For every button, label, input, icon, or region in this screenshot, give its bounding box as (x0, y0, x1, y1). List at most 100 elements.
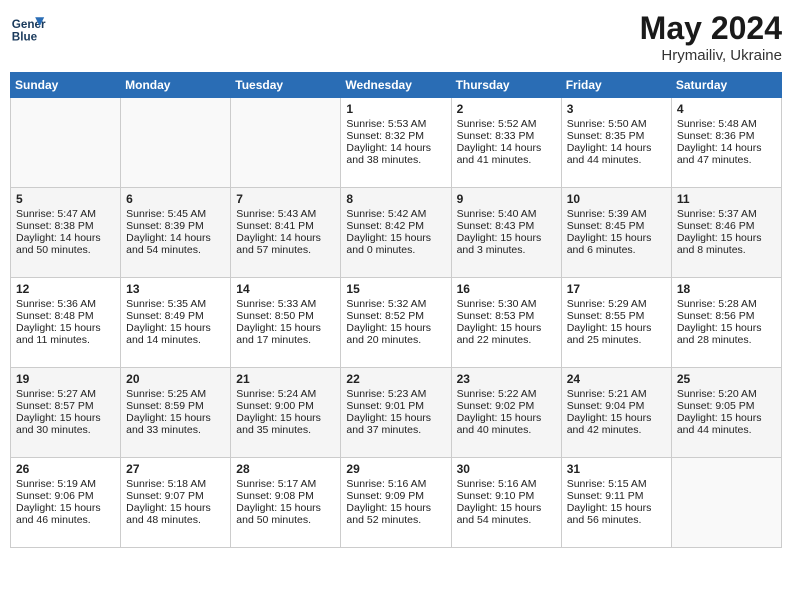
cell-content: Sunrise: 5:35 AM (126, 298, 225, 310)
cell-content: Sunrise: 5:18 AM (126, 478, 225, 490)
cell-content: Sunset: 8:43 PM (457, 220, 556, 232)
cell-3-7: 18Sunrise: 5:28 AMSunset: 8:56 PMDayligh… (671, 278, 781, 368)
cell-content: Sunset: 8:38 PM (16, 220, 115, 232)
cell-content: Sunset: 9:04 PM (567, 400, 666, 412)
cell-2-4: 8Sunrise: 5:42 AMSunset: 8:42 PMDaylight… (341, 188, 451, 278)
cell-5-7 (671, 458, 781, 548)
cell-content: and 0 minutes. (346, 244, 445, 256)
cell-content: Sunrise: 5:16 AM (346, 478, 445, 490)
week-row-1: 1Sunrise: 5:53 AMSunset: 8:32 PMDaylight… (11, 98, 782, 188)
day-number: 20 (126, 372, 225, 386)
cell-content: Sunrise: 5:20 AM (677, 388, 776, 400)
cell-content: Sunrise: 5:23 AM (346, 388, 445, 400)
cell-content: Daylight: 15 hours (457, 322, 556, 334)
cell-content: and 46 minutes. (16, 514, 115, 526)
day-number: 11 (677, 192, 776, 206)
cell-content: and 44 minutes. (677, 424, 776, 436)
cell-content: Sunset: 8:46 PM (677, 220, 776, 232)
cell-content: Sunset: 8:53 PM (457, 310, 556, 322)
cell-content: Sunrise: 5:40 AM (457, 208, 556, 220)
day-number: 28 (236, 462, 335, 476)
cell-content: and 33 minutes. (126, 424, 225, 436)
cell-content: Daylight: 15 hours (567, 502, 666, 514)
cell-content: Daylight: 15 hours (346, 232, 445, 244)
cell-content: Sunrise: 5:33 AM (236, 298, 335, 310)
cell-content: and 50 minutes. (236, 514, 335, 526)
cell-content: Sunrise: 5:36 AM (16, 298, 115, 310)
cell-content: Sunset: 9:08 PM (236, 490, 335, 502)
col-header-saturday: Saturday (671, 73, 781, 98)
cell-5-2: 27Sunrise: 5:18 AMSunset: 9:07 PMDayligh… (121, 458, 231, 548)
cell-content: Daylight: 15 hours (457, 232, 556, 244)
cell-content: Sunset: 8:33 PM (457, 130, 556, 142)
cell-4-1: 19Sunrise: 5:27 AMSunset: 8:57 PMDayligh… (11, 368, 121, 458)
month-title: May 2024 (640, 10, 782, 47)
cell-content: and 22 minutes. (457, 334, 556, 346)
cell-content: Sunset: 8:59 PM (126, 400, 225, 412)
cell-content: and 17 minutes. (236, 334, 335, 346)
cell-content: and 11 minutes. (16, 334, 115, 346)
cell-4-5: 23Sunrise: 5:22 AMSunset: 9:02 PMDayligh… (451, 368, 561, 458)
cell-content: Daylight: 15 hours (16, 412, 115, 424)
cell-content: Sunrise: 5:28 AM (677, 298, 776, 310)
day-number: 26 (16, 462, 115, 476)
cell-content: Daylight: 14 hours (346, 142, 445, 154)
cell-content: Sunrise: 5:25 AM (126, 388, 225, 400)
cell-content: Sunrise: 5:48 AM (677, 118, 776, 130)
day-number: 23 (457, 372, 556, 386)
cell-content: Sunrise: 5:47 AM (16, 208, 115, 220)
cell-content: and 35 minutes. (236, 424, 335, 436)
cell-content: Sunrise: 5:52 AM (457, 118, 556, 130)
cell-content: Sunset: 8:49 PM (126, 310, 225, 322)
calendar-table: SundayMondayTuesdayWednesdayThursdayFrid… (10, 72, 782, 548)
cell-content: Daylight: 14 hours (567, 142, 666, 154)
cell-content: Sunrise: 5:24 AM (236, 388, 335, 400)
cell-content: Daylight: 15 hours (567, 322, 666, 334)
cell-content: and 3 minutes. (457, 244, 556, 256)
cell-5-1: 26Sunrise: 5:19 AMSunset: 9:06 PMDayligh… (11, 458, 121, 548)
cell-4-4: 22Sunrise: 5:23 AMSunset: 9:01 PMDayligh… (341, 368, 451, 458)
cell-content: and 38 minutes. (346, 154, 445, 166)
day-number: 12 (16, 282, 115, 296)
cell-content: Sunset: 8:45 PM (567, 220, 666, 232)
week-row-4: 19Sunrise: 5:27 AMSunset: 8:57 PMDayligh… (11, 368, 782, 458)
cell-content: Sunset: 9:07 PM (126, 490, 225, 502)
logo: General Blue (10, 10, 46, 46)
header-row: SundayMondayTuesdayWednesdayThursdayFrid… (11, 73, 782, 98)
day-number: 9 (457, 192, 556, 206)
cell-content: Daylight: 15 hours (457, 412, 556, 424)
cell-content: and 25 minutes. (567, 334, 666, 346)
col-header-sunday: Sunday (11, 73, 121, 98)
day-number: 22 (346, 372, 445, 386)
cell-content: Sunrise: 5:17 AM (236, 478, 335, 490)
week-row-5: 26Sunrise: 5:19 AMSunset: 9:06 PMDayligh… (11, 458, 782, 548)
cell-content: Daylight: 14 hours (126, 232, 225, 244)
cell-content: Sunset: 9:10 PM (457, 490, 556, 502)
cell-content: Sunrise: 5:37 AM (677, 208, 776, 220)
cell-1-4: 1Sunrise: 5:53 AMSunset: 8:32 PMDaylight… (341, 98, 451, 188)
cell-1-6: 3Sunrise: 5:50 AMSunset: 8:35 PMDaylight… (561, 98, 671, 188)
cell-content: Daylight: 14 hours (16, 232, 115, 244)
cell-content: Sunset: 8:32 PM (346, 130, 445, 142)
cell-content: Sunrise: 5:45 AM (126, 208, 225, 220)
cell-content: Sunset: 8:35 PM (567, 130, 666, 142)
cell-content: Daylight: 15 hours (677, 412, 776, 424)
cell-content: Sunset: 8:41 PM (236, 220, 335, 232)
week-row-2: 5Sunrise: 5:47 AMSunset: 8:38 PMDaylight… (11, 188, 782, 278)
cell-content: and 44 minutes. (567, 154, 666, 166)
col-header-thursday: Thursday (451, 73, 561, 98)
day-number: 13 (126, 282, 225, 296)
cell-3-2: 13Sunrise: 5:35 AMSunset: 8:49 PMDayligh… (121, 278, 231, 368)
day-number: 15 (346, 282, 445, 296)
week-row-3: 12Sunrise: 5:36 AMSunset: 8:48 PMDayligh… (11, 278, 782, 368)
cell-content: and 37 minutes. (346, 424, 445, 436)
cell-content: Daylight: 15 hours (677, 232, 776, 244)
cell-3-6: 17Sunrise: 5:29 AMSunset: 8:55 PMDayligh… (561, 278, 671, 368)
cell-content: and 54 minutes. (126, 244, 225, 256)
cell-2-6: 10Sunrise: 5:39 AMSunset: 8:45 PMDayligh… (561, 188, 671, 278)
day-number: 1 (346, 102, 445, 116)
cell-content: Daylight: 15 hours (457, 502, 556, 514)
cell-2-1: 5Sunrise: 5:47 AMSunset: 8:38 PMDaylight… (11, 188, 121, 278)
cell-content: Sunset: 9:11 PM (567, 490, 666, 502)
cell-content: Sunset: 9:05 PM (677, 400, 776, 412)
